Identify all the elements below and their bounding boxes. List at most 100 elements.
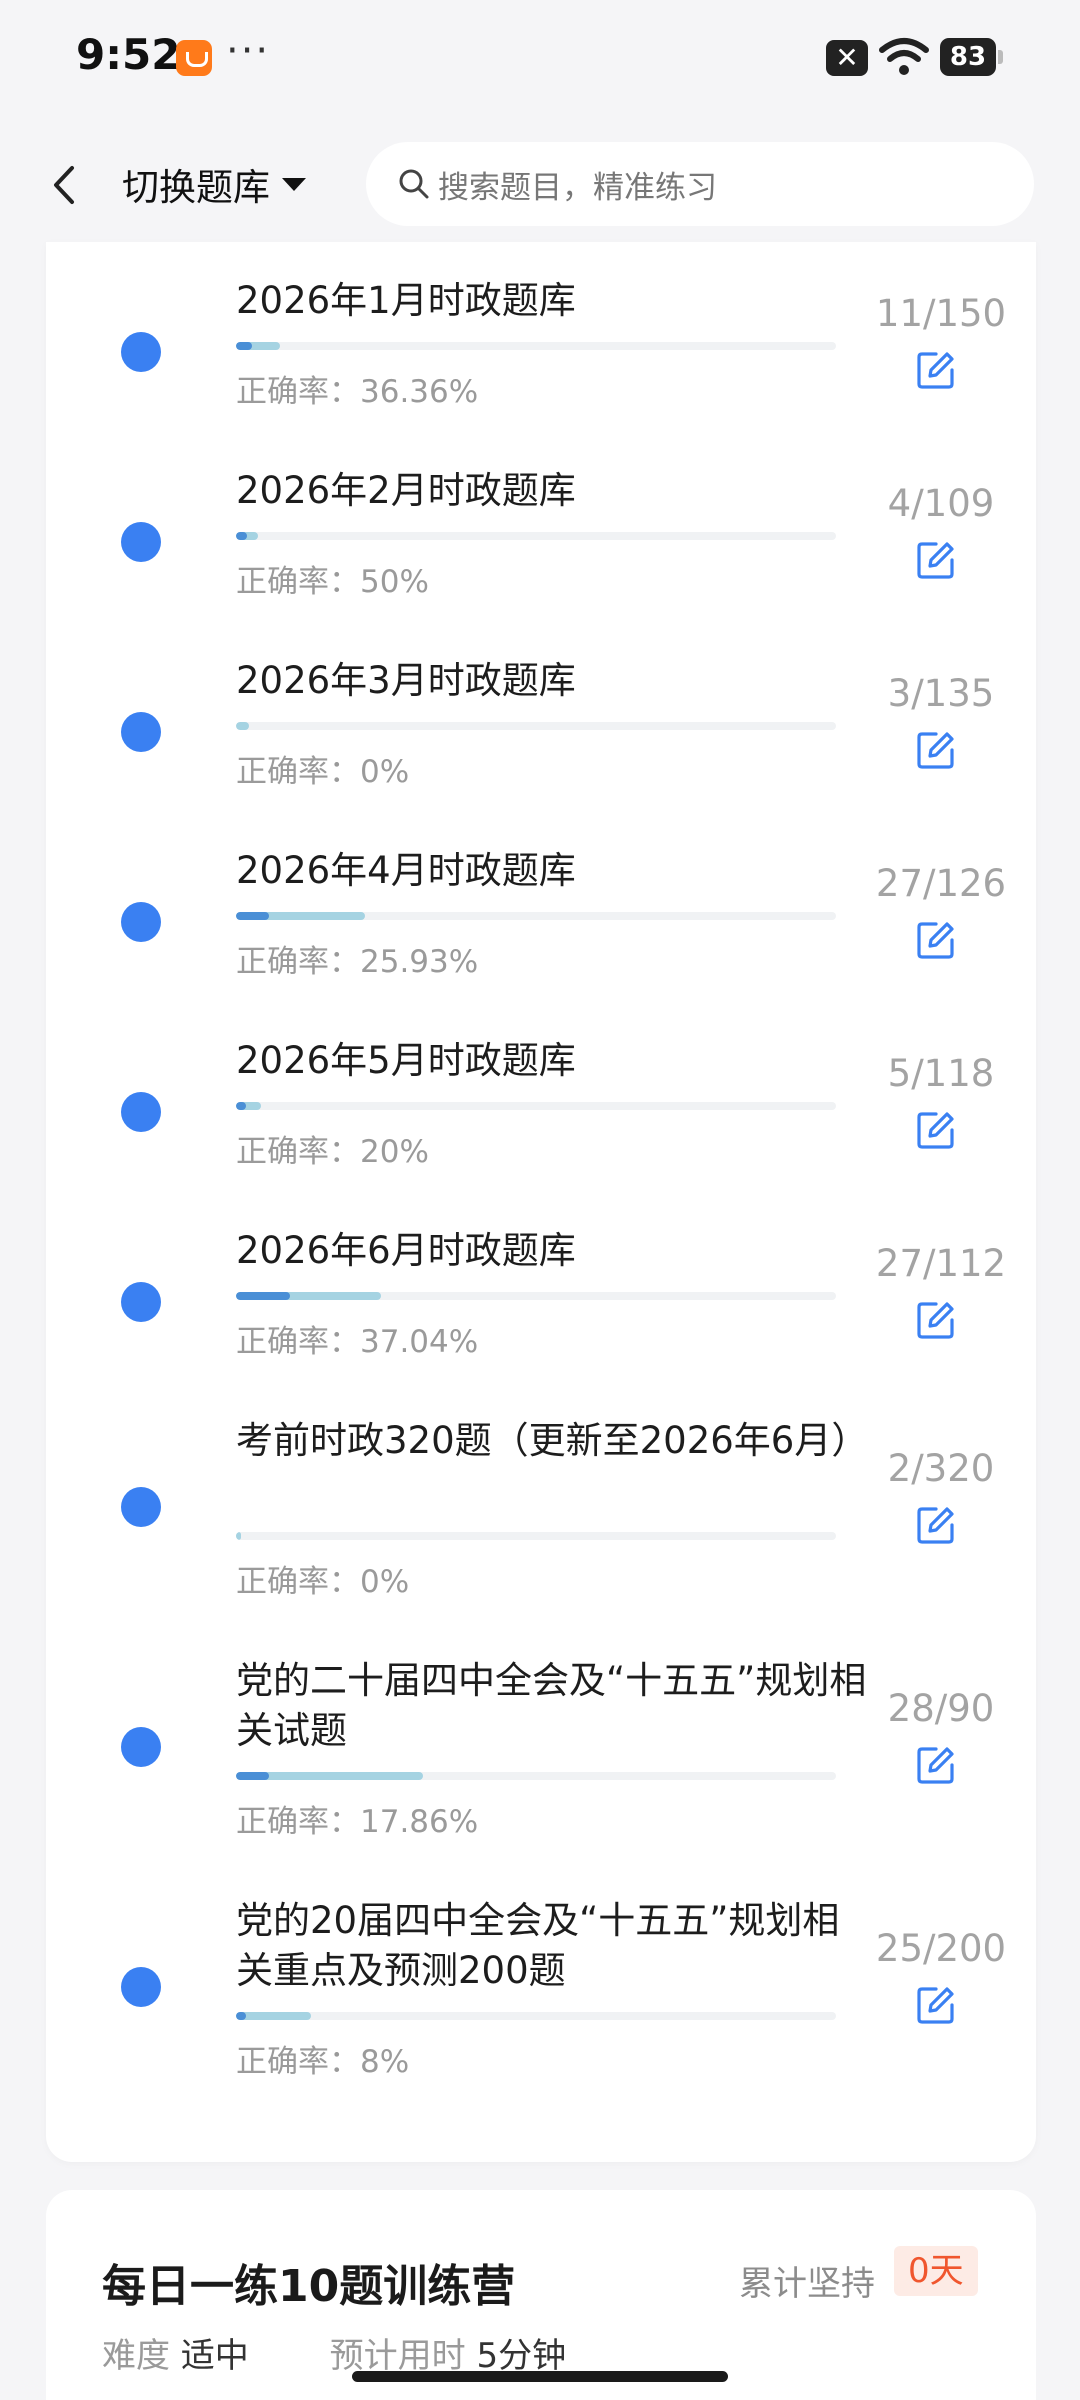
search-input[interactable]: 搜索题目，精准练习 bbox=[366, 142, 1034, 226]
question-bank-list: 2026年1月时政题库 正确率：36.36% 11/150 2026年2月时政题库 正确… bbox=[46, 242, 1036, 2162]
accuracy-text: 正确率：0% bbox=[236, 746, 409, 791]
question-count: 3/135 bbox=[887, 672, 995, 715]
question-count: 2/320 bbox=[887, 1447, 995, 1490]
training-camp-card[interactable]: 每日一练10题训练营 累计坚持 0天 难度 适中 预计用时 5分钟 bbox=[46, 2190, 1036, 2400]
progress-done-fill bbox=[236, 722, 250, 730]
bank-title: 2026年1月时政题库 bbox=[236, 279, 576, 322]
edit-icon[interactable] bbox=[914, 538, 958, 582]
accuracy-label: 正确率： bbox=[236, 374, 360, 410]
difficulty-value: 适中 bbox=[180, 2336, 249, 2376]
edit-icon[interactable] bbox=[914, 728, 958, 772]
bank-dot bbox=[121, 332, 161, 372]
accuracy-value: 25.93% bbox=[360, 944, 479, 980]
progress-bar bbox=[236, 1102, 836, 1110]
back-arrow-icon[interactable] bbox=[44, 160, 84, 210]
accuracy-text: 正确率：20% bbox=[236, 1126, 429, 1171]
accuracy-label: 正确率： bbox=[236, 1324, 360, 1360]
accuracy-label: 正确率： bbox=[236, 944, 360, 980]
streak-label: 累计坚持 bbox=[739, 2264, 875, 2304]
bank-dot bbox=[121, 1282, 161, 1322]
difficulty-label: 难度 bbox=[102, 2336, 170, 2376]
bank-title: 2026年5月时政题库 bbox=[236, 1039, 576, 1082]
question-bank-item[interactable]: 党的二十届四中全会及“十五五”规划相关试题正确率：17.86% 28/90 bbox=[46, 1622, 1036, 1862]
progress-done-fill bbox=[236, 1532, 241, 1540]
progress-bar bbox=[236, 1532, 836, 1540]
question-bank-item[interactable]: 2026年5月时政题库 正确率：20% 5/118 bbox=[46, 1002, 1036, 1192]
accuracy-text: 正确率：25.93% bbox=[236, 936, 478, 981]
accuracy-value: 20% bbox=[360, 1134, 429, 1170]
accuracy-label: 正确率： bbox=[236, 754, 360, 790]
progress-bar bbox=[236, 1292, 836, 1300]
bank-dot bbox=[121, 902, 161, 942]
bank-dot bbox=[121, 1967, 161, 2007]
accuracy-value: 37.04% bbox=[360, 1324, 479, 1360]
accuracy-text: 正确率：17.86% bbox=[236, 1796, 478, 1841]
time-value: 5分钟 bbox=[476, 2336, 567, 2376]
edit-icon[interactable] bbox=[914, 1983, 958, 2027]
progress-correct-fill bbox=[236, 1102, 246, 1110]
question-bank-item[interactable]: 考前时政320题（更新至2026年6月） 正确率：0% 2/320 bbox=[46, 1382, 1036, 1622]
question-bank-item[interactable]: 2026年1月时政题库 正确率：36.36% 11/150 bbox=[46, 242, 1036, 432]
edit-icon[interactable] bbox=[914, 1298, 958, 1342]
close-box-icon: ✕ bbox=[826, 40, 868, 76]
question-bank-item[interactable]: 2026年3月时政题库 正确率：0% 3/135 bbox=[46, 622, 1036, 812]
accuracy-label: 正确率： bbox=[236, 564, 360, 600]
time-label: 预计用时 bbox=[329, 2336, 466, 2376]
bank-dot bbox=[121, 522, 161, 562]
caret-down-icon bbox=[282, 177, 306, 191]
progress-bar bbox=[236, 1772, 836, 1780]
bank-dot bbox=[121, 1092, 161, 1132]
accuracy-label: 正确率： bbox=[236, 2044, 360, 2080]
progress-bar bbox=[236, 342, 836, 350]
switch-bank-button[interactable]: 切换题库 bbox=[122, 156, 306, 212]
bank-title: 考前时政320题（更新至2026年6月） bbox=[236, 1419, 869, 1462]
progress-correct-fill bbox=[236, 1772, 270, 1780]
accuracy-label: 正确率： bbox=[236, 1564, 360, 1600]
question-count: 5/118 bbox=[887, 1052, 995, 1095]
bank-title: 2026年3月时政题库 bbox=[236, 659, 576, 702]
progress-correct-fill bbox=[236, 2012, 246, 2020]
progress-correct-fill bbox=[236, 532, 247, 540]
progress-bar bbox=[236, 532, 836, 540]
question-count: 27/112 bbox=[875, 1242, 1007, 1285]
question-bank-item[interactable]: 2026年6月时政题库 正确率：37.04% 27/112 bbox=[46, 1192, 1036, 1382]
header: 切换题库 搜索题目，精准练习 bbox=[0, 118, 1080, 250]
edit-icon[interactable] bbox=[914, 1743, 958, 1787]
bank-title: 2026年2月时政题库 bbox=[236, 469, 576, 512]
home-indicator[interactable] bbox=[352, 2371, 728, 2382]
question-bank-item[interactable]: 党的20届四中全会及“十五五”规划相关重点及预测200题 正确率：8% 25/200 bbox=[46, 1862, 1036, 2112]
question-count: 25/200 bbox=[875, 1927, 1007, 1970]
edit-icon[interactable] bbox=[914, 918, 958, 962]
progress-done-fill bbox=[236, 2012, 311, 2020]
question-bank-item[interactable]: 2026年4月时政题库 正确率：25.93% 27/126 bbox=[46, 812, 1036, 1002]
question-bank-item[interactable]: 2026年2月时政题库 正确率：50% 4/109 bbox=[46, 432, 1036, 622]
question-count: 11/150 bbox=[875, 292, 1007, 335]
accuracy-text: 正确率：0% bbox=[236, 1556, 409, 1601]
accuracy-label: 正确率： bbox=[236, 1804, 360, 1840]
battery-icon: 83 bbox=[940, 38, 1003, 76]
question-count: 28/90 bbox=[887, 1687, 995, 1730]
more-notifications-icon: ··· bbox=[226, 28, 271, 74]
bank-dot bbox=[121, 1727, 161, 1767]
edit-icon[interactable] bbox=[914, 348, 958, 392]
bank-dot bbox=[121, 1487, 161, 1527]
bank-title: 党的二十届四中全会及“十五五”规划相关试题 bbox=[236, 1659, 867, 1752]
camp-title: 每日一练10题训练营 bbox=[102, 2261, 516, 2312]
progress-bar bbox=[236, 722, 836, 730]
accuracy-text: 正确率：37.04% bbox=[236, 1316, 478, 1361]
accuracy-value: 0% bbox=[360, 754, 410, 790]
progress-correct-fill bbox=[236, 912, 270, 920]
question-count: 27/126 bbox=[875, 862, 1007, 905]
progress-bar bbox=[236, 912, 836, 920]
accuracy-value: 50% bbox=[360, 564, 429, 600]
edit-icon[interactable] bbox=[914, 1503, 958, 1547]
progress-correct-fill bbox=[236, 1292, 290, 1300]
progress-correct-fill bbox=[236, 342, 253, 350]
bank-title: 2026年6月时政题库 bbox=[236, 1229, 576, 1272]
streak-badge: 0天 bbox=[894, 2246, 978, 2296]
edit-icon[interactable] bbox=[914, 1108, 958, 1152]
accuracy-value: 0% bbox=[360, 1564, 410, 1600]
accuracy-text: 正确率：8% bbox=[236, 2036, 409, 2081]
camp-meta: 难度 适中 预计用时 5分钟 bbox=[102, 2328, 636, 2377]
search-icon bbox=[399, 169, 429, 199]
